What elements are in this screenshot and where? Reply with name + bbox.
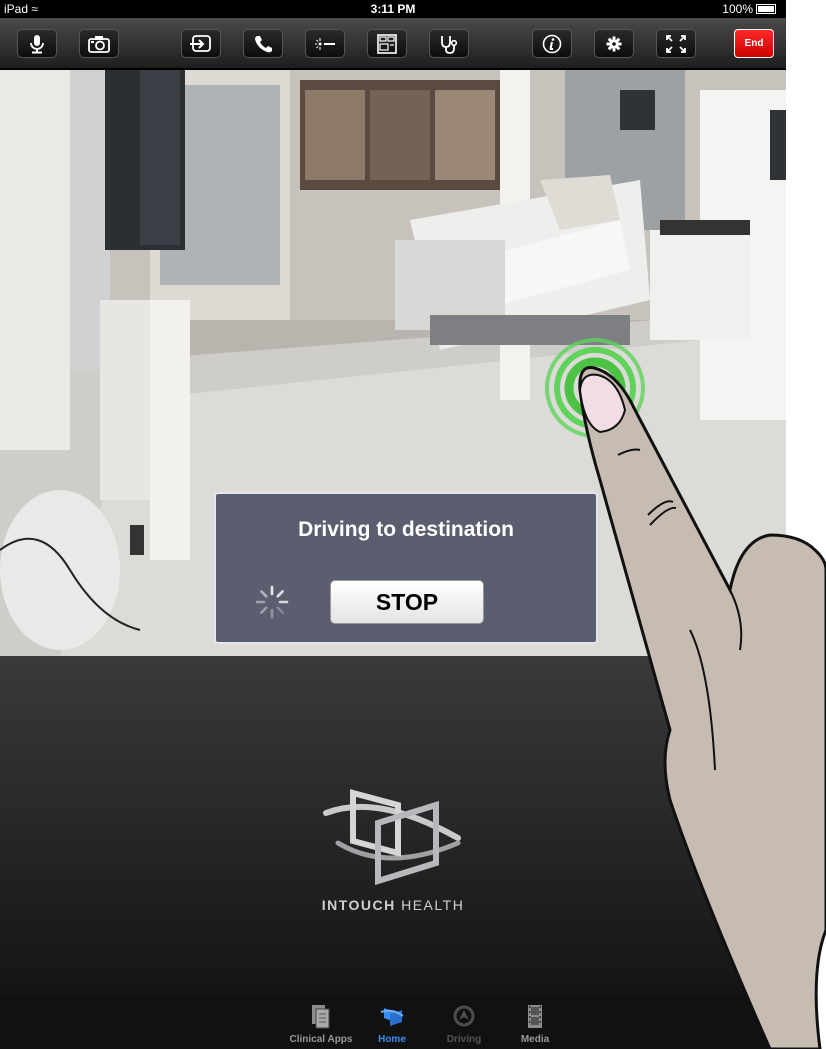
tab-clinical-apps[interactable]: Clinical Apps [284, 1002, 358, 1045]
battery-indicator: 100% [722, 0, 776, 18]
stethoscope-icon [441, 35, 458, 54]
battery-icon [756, 4, 776, 14]
phone-icon [255, 35, 272, 52]
tab-bar: Clinical Apps Home Driving Media [0, 996, 786, 1049]
stethoscope-button[interactable] [429, 29, 469, 58]
tab-media[interactable]: Media [498, 1002, 572, 1045]
microphone-button[interactable] [17, 29, 57, 58]
microphone-icon [30, 34, 44, 53]
steering-wheel-icon [453, 1005, 475, 1027]
phone-button[interactable] [243, 29, 283, 58]
driving-dialog: Driving to destination STOP [214, 492, 598, 644]
tab-label: Driving [446, 1034, 482, 1045]
tab-driving[interactable]: Driving [427, 1002, 501, 1045]
fullscreen-icon [666, 34, 686, 53]
tab-label: Clinical Apps [289, 1034, 353, 1045]
settings-icon [606, 36, 622, 51]
laser-pointer-icon [315, 37, 335, 50]
stop-button[interactable]: STOP [330, 580, 484, 624]
documents-icon [312, 1005, 330, 1029]
camera-button[interactable] [79, 29, 119, 58]
input-switch-icon [190, 34, 211, 52]
film-strip-icon [528, 1005, 542, 1028]
settings-button[interactable] [594, 29, 634, 58]
laser-pointer-button[interactable] [305, 29, 345, 58]
dialog-title: Driving to destination [298, 518, 514, 541]
toolbar: End [0, 18, 786, 70]
intouch-logo-icon [323, 789, 461, 886]
info-icon [542, 34, 562, 53]
tab-label: Media [520, 1034, 550, 1045]
ipad-screen: iPad ≈ 3:11 PM 100% End Driving to desti… [0, 0, 786, 1049]
intouch-home-icon [380, 1008, 404, 1026]
monitor-layout-icon [377, 33, 397, 54]
input-switch-button[interactable] [181, 29, 221, 58]
clock: 3:11 PM [370, 2, 416, 16]
monitor-layout-button[interactable] [367, 29, 407, 58]
fullscreen-button[interactable] [656, 29, 696, 58]
tab-home[interactable]: Home [355, 1002, 429, 1045]
tab-label: Home [378, 1034, 406, 1045]
end-call-button[interactable]: End [734, 29, 774, 58]
status-bar: iPad ≈ 3:11 PM 100% [0, 0, 786, 18]
camera-icon [88, 35, 110, 53]
loading-spinner-icon [255, 585, 289, 619]
brand-name: INTOUCH HEALTH [321, 897, 465, 913]
info-button[interactable] [532, 29, 572, 58]
